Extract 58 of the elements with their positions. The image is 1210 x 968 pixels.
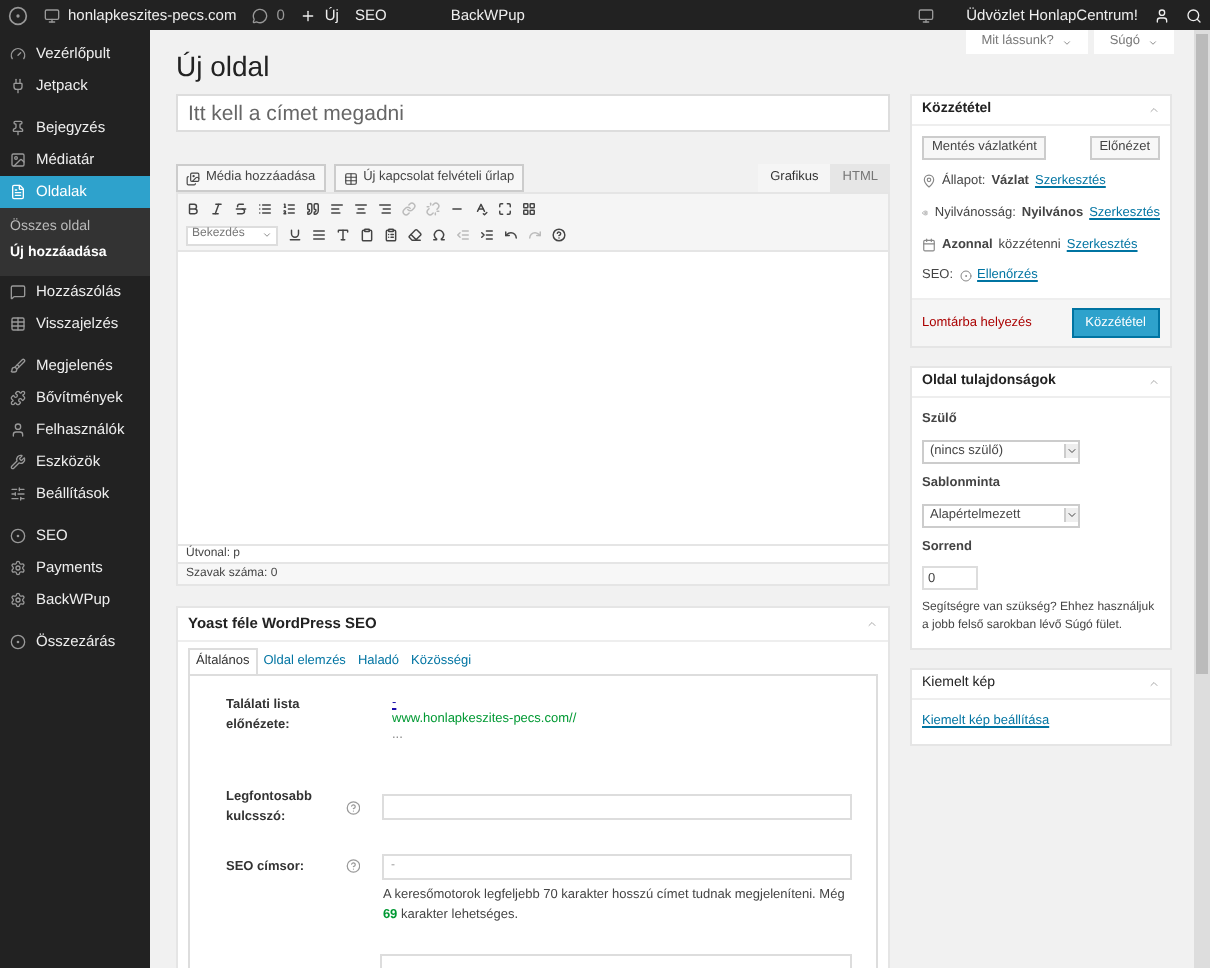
help-icon[interactable] xyxy=(345,857,361,873)
monitor-icon[interactable] xyxy=(918,7,935,23)
toolbar-icon[interactable] xyxy=(306,202,320,216)
menu-icon xyxy=(10,454,26,470)
menu-icon xyxy=(10,528,26,544)
search-icon[interactable] xyxy=(1186,7,1202,23)
menu-icon xyxy=(10,486,26,502)
menu-icon xyxy=(10,78,26,94)
toolbar-icon[interactable] xyxy=(384,228,398,242)
toolbar-icon[interactable] xyxy=(480,228,494,242)
toolbar-icon[interactable] xyxy=(498,202,512,216)
menu-icon xyxy=(10,120,26,136)
toolbar-icon[interactable] xyxy=(408,228,422,242)
title-field[interactable]: Itt kell a címet megadni xyxy=(176,94,890,132)
toolbar-icon[interactable] xyxy=(312,228,326,242)
toolbar-icon[interactable] xyxy=(258,202,272,216)
form-icon xyxy=(343,171,358,185)
menu-icon xyxy=(10,46,26,62)
toolbar-icon[interactable] xyxy=(354,202,368,216)
toolbar-icon[interactable] xyxy=(210,202,224,216)
menu-icon xyxy=(10,316,26,332)
status-icon xyxy=(959,270,972,283)
caret-icon xyxy=(1148,37,1158,47)
toolbar-icon[interactable] xyxy=(504,228,518,242)
help-icon[interactable] xyxy=(345,799,361,816)
keyword-field[interactable] xyxy=(382,794,852,821)
menu-icon xyxy=(10,390,26,406)
scrollbar[interactable] xyxy=(1194,30,1210,968)
toolbar-icon[interactable] xyxy=(288,228,302,242)
menu-icon xyxy=(10,592,26,608)
page-heading: Új oldal xyxy=(176,50,272,82)
menu-icon xyxy=(10,284,26,300)
caret-icon xyxy=(1064,444,1078,459)
menu-icon xyxy=(10,358,26,374)
menu-icon xyxy=(10,152,26,168)
toolbar-icon[interactable] xyxy=(330,202,344,216)
toolbar-icon[interactable] xyxy=(282,202,296,216)
row-icon xyxy=(922,174,936,189)
toolbar-icon[interactable] xyxy=(522,202,536,216)
toolbar-icon[interactable] xyxy=(474,202,488,216)
menu-icon xyxy=(10,422,26,438)
user-icon[interactable] xyxy=(1154,7,1170,23)
caret-icon xyxy=(262,230,272,240)
caret-icon xyxy=(1061,37,1072,47)
comment-icon[interactable] xyxy=(252,7,269,23)
row-icon xyxy=(922,237,936,252)
toolbar-icon[interactable] xyxy=(378,202,392,216)
toolbar-icon[interactable] xyxy=(234,202,248,216)
toolbar-icon[interactable] xyxy=(336,228,350,242)
menu-icon xyxy=(10,560,26,576)
images-icon xyxy=(186,171,200,185)
menu-icon xyxy=(10,184,26,200)
plus-icon[interactable] xyxy=(300,7,317,23)
toolbar-icon[interactable] xyxy=(186,202,200,216)
toolbar-icon[interactable] xyxy=(360,228,374,242)
toolbar-icon[interactable] xyxy=(552,228,566,242)
menu-icon xyxy=(10,634,26,650)
caret-icon xyxy=(1064,508,1078,522)
